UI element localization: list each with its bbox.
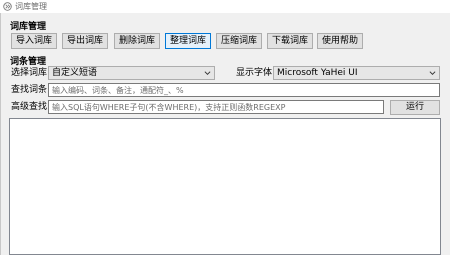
export-dict-button[interactable]: 导出词库	[62, 33, 108, 49]
select-dict-label: 选择词库	[11, 68, 48, 78]
font-select-value: Microsoft YaHei UI	[277, 68, 358, 78]
title-bar: 词库管理	[0, 0, 450, 13]
font-label: 显示字体	[236, 68, 273, 78]
dict-select-value: 自定义短语	[52, 68, 98, 78]
find-entry-label: 查找词条	[11, 85, 48, 95]
organize-dict-button[interactable]: 整理词库	[165, 33, 211, 49]
download-dict-button[interactable]: 下载词库	[267, 33, 313, 49]
run-button[interactable]: 运行	[390, 100, 440, 115]
dict-select[interactable]: 自定义短语	[48, 66, 215, 80]
dict-section-title: 词库管理	[10, 22, 47, 32]
import-dict-button[interactable]: 导入词库	[11, 33, 57, 49]
compress-dict-button[interactable]: 压缩词库	[216, 33, 262, 49]
results-list[interactable]	[9, 118, 441, 255]
delete-dict-button[interactable]: 删除词库	[114, 33, 160, 49]
app-logo-icon	[3, 2, 12, 11]
window-title: 词库管理	[15, 2, 47, 11]
chevron-down-icon	[204, 71, 211, 75]
advanced-search-label: 高级查找	[11, 102, 48, 112]
advanced-search-input[interactable]	[48, 100, 384, 114]
entry-section-title: 词条管理	[10, 57, 47, 67]
font-select[interactable]: Microsoft YaHei UI	[273, 66, 440, 80]
help-button[interactable]: 使用帮助	[317, 33, 363, 49]
chevron-down-icon	[429, 71, 436, 75]
find-entry-input[interactable]	[48, 83, 440, 97]
window-border	[0, 13, 1, 255]
